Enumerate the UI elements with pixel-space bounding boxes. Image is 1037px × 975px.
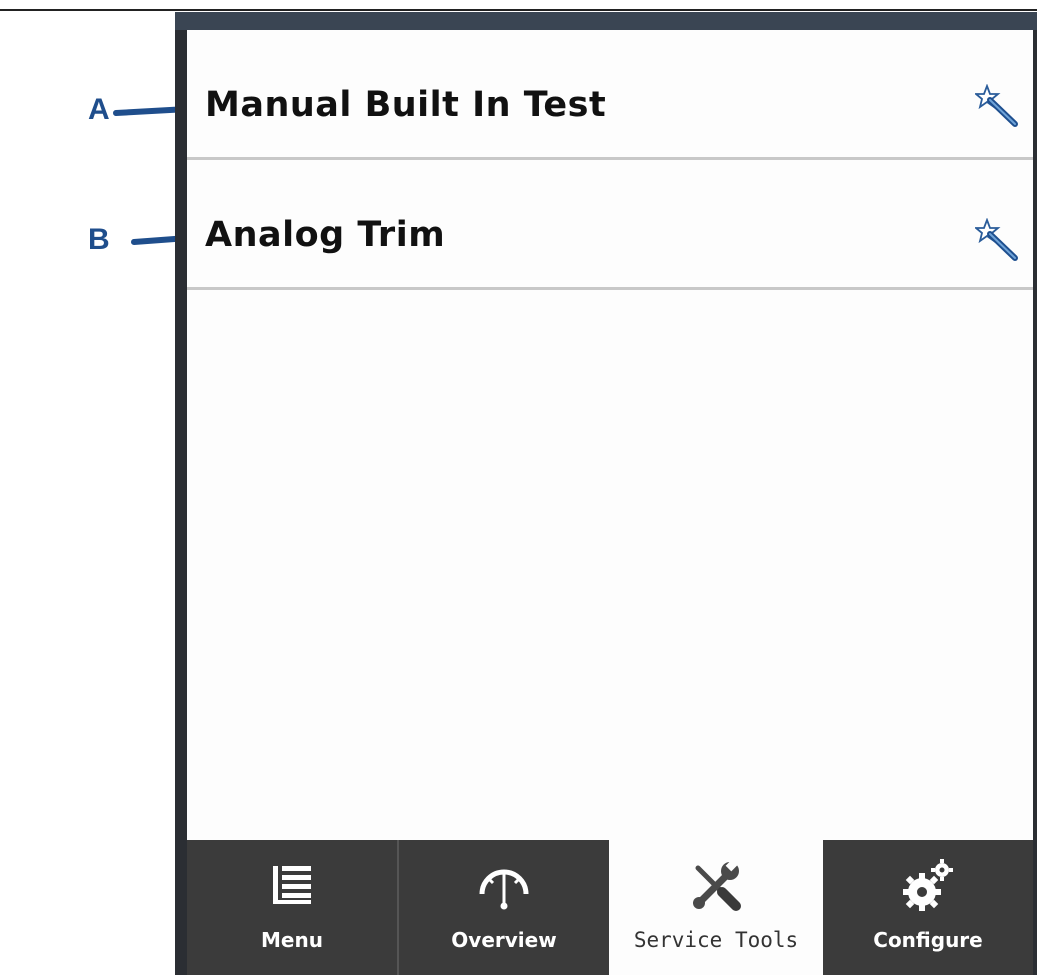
wrench-screwdriver-icon: [693, 858, 741, 911]
wizard-wand-icon[interactable]: [975, 218, 1021, 264]
device-top-bar: [175, 12, 1037, 30]
gauge-icon: [479, 869, 529, 910]
tab-label: Service Tools: [633, 928, 799, 952]
tab-menu[interactable]: Menu: [187, 840, 397, 975]
bottom-tab-bar: Menu Overview Service Tools Configure: [187, 840, 1033, 975]
tab-label: Overview: [451, 928, 557, 952]
menu-list-icon: [273, 866, 311, 904]
service-tools-screen: Manual Built In Test Analog Trim: [187, 30, 1033, 840]
top-divider: [0, 9, 1037, 11]
tab-label: Menu: [261, 928, 323, 952]
wizard-wand-icon[interactable]: [975, 84, 1021, 130]
list-item-analog-trim[interactable]: Analog Trim: [187, 160, 1033, 290]
page: A B Manual Built In Test Analog Trim Men…: [0, 0, 1037, 975]
gears-icon: [903, 859, 953, 911]
list-item-label: Manual Built In Test: [205, 85, 607, 125]
list-item-manual-built-in-test[interactable]: Manual Built In Test: [187, 30, 1033, 160]
device-frame: Manual Built In Test Analog Trim Menu Ov…: [175, 12, 1037, 975]
tab-configure[interactable]: Configure: [823, 840, 1033, 975]
tab-overview[interactable]: Overview: [399, 840, 609, 975]
list-item-label: Analog Trim: [205, 215, 446, 255]
tab-service-tools[interactable]: Service Tools: [611, 840, 821, 975]
tab-label: Configure: [873, 928, 983, 952]
